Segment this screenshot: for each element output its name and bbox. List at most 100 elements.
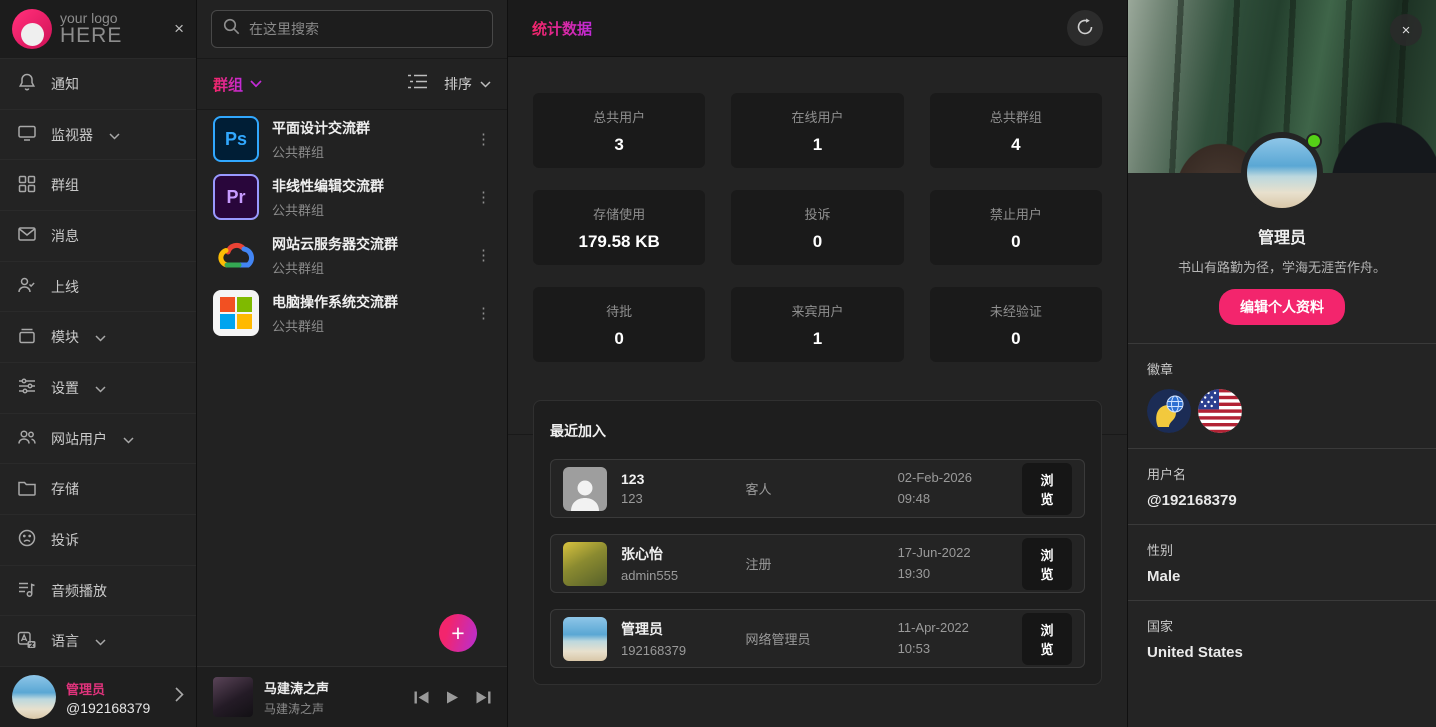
stat-card-storage-used: 存储使用 179.58 KB xyxy=(533,190,705,265)
chevron-down-icon xyxy=(95,380,106,396)
previous-track-button[interactable] xyxy=(414,691,429,704)
avatar xyxy=(563,542,607,586)
google-cloud-icon xyxy=(213,232,259,278)
group-filter-label[interactable]: 群组 xyxy=(213,74,243,95)
close-panel-button[interactable]: × xyxy=(1390,14,1422,46)
microsoft-icon xyxy=(213,290,259,336)
users-icon xyxy=(17,427,37,450)
sidebar-item-language[interactable]: 语言 xyxy=(0,615,196,666)
member-role: 注册 xyxy=(745,554,883,573)
group-title: 网站云服务器交流群 xyxy=(272,234,398,254)
join-time: 09:48 xyxy=(898,489,1008,509)
join-time: 19:30 xyxy=(898,564,1008,584)
more-options-icon[interactable]: ⋮ xyxy=(476,193,491,202)
sidebar-item-monitor[interactable]: 监视器 xyxy=(0,109,196,160)
badges-label: 徽章 xyxy=(1147,359,1417,378)
recent-joined-title: 最近加入 xyxy=(550,421,1085,441)
logo-row: your logo HERE × xyxy=(0,0,196,58)
sidebar-item-notifications[interactable]: 通知 xyxy=(0,58,196,109)
translate-icon xyxy=(17,630,37,653)
list-view-icon[interactable] xyxy=(407,73,428,95)
sidebar-close-icon[interactable]: × xyxy=(174,19,184,39)
logo-line2: HERE xyxy=(60,25,122,47)
country-value: United States xyxy=(1147,644,1417,661)
browse-button[interactable]: 浏览 xyxy=(1022,463,1072,515)
sidebar-item-groups[interactable]: 群组 xyxy=(0,159,196,210)
playlist-music-icon xyxy=(17,579,37,602)
stat-value: 1 xyxy=(813,329,822,349)
add-group-button[interactable]: + xyxy=(439,614,477,652)
sidebar-item-label: 上线 xyxy=(51,277,79,297)
join-date: 11-Apr-2022 xyxy=(898,618,1008,638)
sidebar-item-storage[interactable]: 存储 xyxy=(0,463,196,514)
sidebar-item-website-users[interactable]: 网站用户 xyxy=(0,413,196,464)
group-info: 非线性编辑交流群 公共群组 xyxy=(272,176,384,219)
profile-motto: 书山有路勤为径，学海无涯苦作舟。 xyxy=(1128,257,1436,276)
stat-value: 0 xyxy=(813,232,822,252)
search-input[interactable] xyxy=(249,21,481,37)
sort-control[interactable]: 排序 xyxy=(444,74,491,94)
more-options-icon[interactable]: ⋮ xyxy=(476,251,491,260)
join-datetime: 11-Apr-2022 10:53 xyxy=(898,618,1008,658)
refresh-button[interactable] xyxy=(1067,10,1103,46)
stat-label: 未经验证 xyxy=(990,301,1042,320)
group-subtitle: 公共群组 xyxy=(272,142,370,161)
stat-value: 0 xyxy=(1011,232,1020,252)
chevron-down-icon xyxy=(480,75,491,93)
play-button[interactable] xyxy=(446,691,459,704)
chevron-right-icon[interactable] xyxy=(175,687,184,707)
chevron-down-icon xyxy=(123,431,134,447)
gender-label: 性别 xyxy=(1147,540,1417,559)
browse-button[interactable]: 浏览 xyxy=(1022,538,1072,590)
search-box xyxy=(211,10,493,48)
stat-label: 存储使用 xyxy=(593,204,645,223)
table-row: 张心怡 admin555 注册 17-Jun-2022 19:30 浏览 xyxy=(550,534,1085,593)
album-art xyxy=(213,677,253,717)
chevron-down-icon xyxy=(95,329,106,345)
sidebar-user-card[interactable]: 管理员 @192168379 xyxy=(0,666,196,727)
stat-value: 3 xyxy=(614,135,623,155)
sidebar-nav: 通知 监视器 群组 消息 上线 模块 xyxy=(0,58,196,666)
main-header: 统计数据 xyxy=(508,0,1127,57)
country-label: 国家 xyxy=(1147,616,1417,635)
browse-button[interactable]: 浏览 xyxy=(1022,613,1072,665)
profile-panel: × 管理员 书山有路勤为径，学海无涯苦作舟。 编辑个人资料 徽章 用户名 @19… xyxy=(1128,0,1436,727)
list-item-group-microsoft[interactable]: 电脑操作系统交流群 公共群组 ⋮ xyxy=(197,284,507,342)
user-name: 管理员 xyxy=(66,679,150,698)
table-row: 123 123 客人 02-Feb-2026 09:48 浏览 xyxy=(550,459,1085,518)
edit-profile-button[interactable]: 编辑个人资料 xyxy=(1219,289,1345,325)
sidebar-item-modules[interactable]: 模块 xyxy=(0,311,196,362)
refresh-icon xyxy=(1076,18,1094,39)
groups-column: 群组 排序 Ps 平面设计交流群 公共群组 ⋮ Pr xyxy=(197,0,508,727)
sidebar-item-complaints[interactable]: 投诉 xyxy=(0,514,196,565)
more-options-icon[interactable]: ⋮ xyxy=(476,309,491,318)
main-panel: 统计数据 总共用户 3 在线用户 1 总共群组 4 xyxy=(508,0,1128,727)
list-item-group-premiere[interactable]: Pr 非线性编辑交流群 公共群组 ⋮ xyxy=(197,168,507,226)
list-item-group-cloud[interactable]: 网站云服务器交流群 公共群组 ⋮ xyxy=(197,226,507,284)
grid-icon xyxy=(17,174,37,197)
logo-text: your logo HERE xyxy=(60,11,122,48)
frown-face-icon xyxy=(17,528,37,551)
audio-player-bar: 马建涛之声 马建涛之声 xyxy=(197,666,507,727)
sliders-icon xyxy=(17,376,37,399)
profile-name: 管理员 xyxy=(1128,224,1436,248)
group-subtitle: 公共群组 xyxy=(272,258,398,277)
us-flag-badge-icon xyxy=(1198,389,1242,433)
envelope-icon xyxy=(17,224,37,247)
avatar xyxy=(12,675,56,719)
next-track-button[interactable] xyxy=(476,691,491,704)
join-time: 10:53 xyxy=(898,639,1008,659)
more-options-icon[interactable]: ⋮ xyxy=(476,135,491,144)
sidebar-item-label: 音频播放 xyxy=(51,581,107,601)
sidebar-item-audio[interactable]: 音频播放 xyxy=(0,565,196,616)
chevron-down-icon[interactable] xyxy=(250,75,262,93)
logo-line1: your logo xyxy=(60,11,122,26)
stat-card-banned-users: 禁止用户 0 xyxy=(930,190,1102,265)
list-item-group-photoshop[interactable]: Ps 平面设计交流群 公共群组 ⋮ xyxy=(197,110,507,168)
stat-card-complaints: 投诉 0 xyxy=(731,190,903,265)
stat-label: 投诉 xyxy=(804,204,830,223)
badges-section: 徽章 xyxy=(1128,343,1436,448)
sidebar-item-messages[interactable]: 消息 xyxy=(0,210,196,261)
sidebar-item-online[interactable]: 上线 xyxy=(0,261,196,312)
sidebar-item-settings[interactable]: 设置 xyxy=(0,362,196,413)
